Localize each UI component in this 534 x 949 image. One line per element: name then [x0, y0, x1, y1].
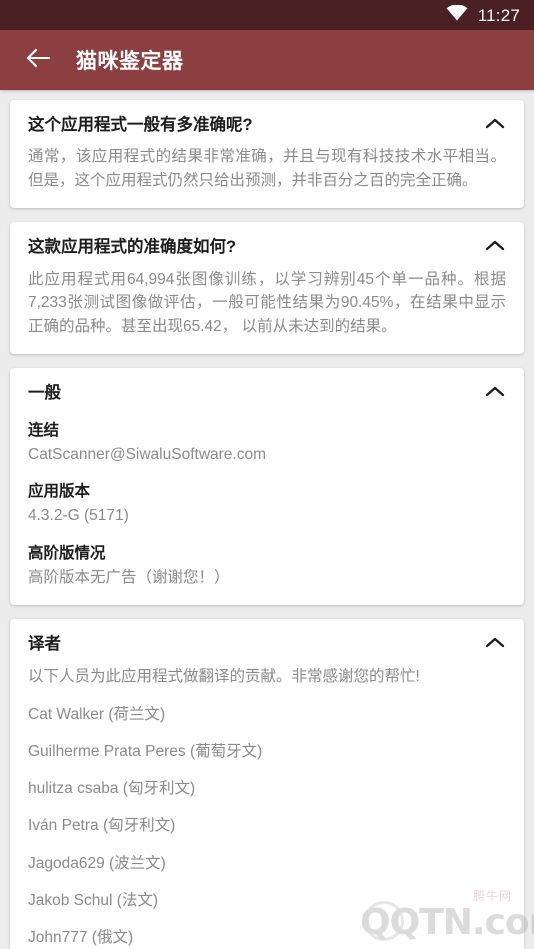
info-label: 应用版本: [28, 483, 91, 501]
list-item: hulitza csaba (匈牙利文): [28, 780, 196, 798]
wifi-icon: [446, 3, 468, 26]
app-screen: 11:27 猫咪鉴定器 这个应用程式一般有多准确呢? 通常，该应用程式的结果非常…: [0, 0, 534, 949]
chevron-up-icon[interactable]: [484, 636, 506, 655]
status-bar: 11:27: [0, 0, 534, 30]
general-info-card: 一般 连结 CatScanner@SiwaluSoftware.com 应用版本…: [10, 368, 524, 606]
content-scroll-area[interactable]: 这个应用程式一般有多准确呢? 通常，该应用程式的结果非常准确，并且与现有科技技术…: [0, 90, 534, 949]
info-row-contact[interactable]: 连结 CatScanner@SiwaluSoftware.com: [28, 419, 506, 467]
card-header[interactable]: 译者: [28, 633, 506, 655]
translators-card: 译者 以下人员为此应用程式做翻译的贡献。非常感谢您的帮忙! Cat Walker…: [10, 619, 524, 949]
info-row-app-version: 应用版本 4.3.2-G (5171): [28, 480, 506, 528]
list-item: Jakob Schul (法文): [28, 891, 159, 909]
chevron-up-icon[interactable]: [484, 385, 506, 404]
chevron-up-icon[interactable]: [484, 117, 506, 136]
info-label: 连结: [28, 421, 60, 439]
faq-card-accuracy-stats: 这款应用程式的准确度如何? 此应用程式用64,994张图像训练，以学习辨别45个…: [10, 222, 524, 355]
back-button[interactable]: [18, 40, 58, 80]
card-body: 此应用程式用64,994张图像训练，以学习辨别45个单一品种。根据7,233张测…: [28, 270, 506, 335]
back-arrow-icon: [25, 47, 51, 74]
app-bar: 猫咪鉴定器: [0, 30, 534, 90]
info-label: 高阶版情况: [28, 544, 106, 562]
info-row-premium-status: 高阶版情况 高阶版本无广告（谢谢您！）: [28, 542, 506, 590]
faq-card-accuracy-general: 这个应用程式一般有多准确呢? 通常，该应用程式的结果非常准确，并且与现有科技技术…: [10, 100, 524, 209]
status-time: 11:27: [477, 5, 520, 25]
list-item: Jagoda629 (波兰文): [28, 854, 166, 872]
list-item: Guilherme Prata Peres (葡萄牙文): [28, 742, 263, 760]
card-title: 这个应用程式一般有多准确呢?: [28, 116, 253, 134]
chevron-up-icon[interactable]: [484, 239, 506, 258]
list-item: Iván Petra (匈牙利文): [28, 817, 176, 835]
card-header[interactable]: 这个应用程式一般有多准确呢?: [28, 114, 506, 136]
premium-status-value: 高阶版本无广告（谢谢您！）: [28, 568, 230, 586]
app-version-value: 4.3.2-G (5171): [28, 507, 129, 525]
card-title: 一般: [28, 384, 61, 403]
card-body: 通常，该应用程式的结果非常准确，并且与现有科技技术水平相当。但是，这个应用程式仍…: [28, 148, 506, 189]
card-title: 这款应用程式的准确度如何?: [28, 238, 237, 257]
page-title: 猫咪鉴定器: [76, 50, 184, 73]
card-header[interactable]: 一般: [28, 382, 506, 404]
contact-email-value[interactable]: CatScanner@SiwaluSoftware.com: [28, 443, 506, 466]
list-item: Cat Walker (荷兰文): [28, 705, 166, 723]
card-header[interactable]: 这款应用程式的准确度如何?: [28, 236, 506, 258]
list-item: John777 (俄文): [28, 929, 134, 947]
card-title: 译者: [28, 635, 61, 654]
translators-intro: 以下人员为此应用程式做翻译的贡献。非常感谢您的帮忙!: [28, 668, 420, 686]
